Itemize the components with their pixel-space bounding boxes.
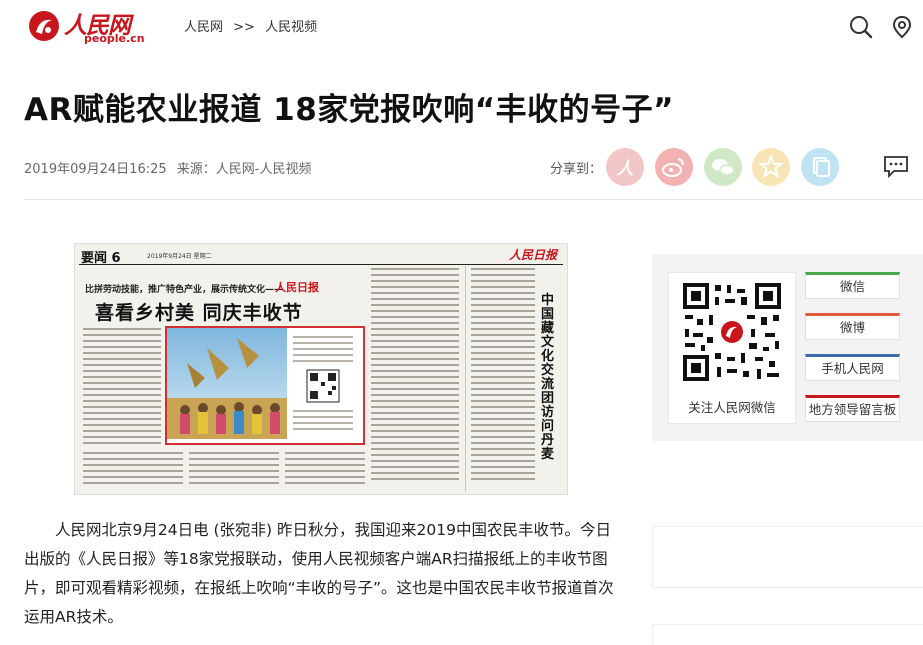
sidebar-leader-message-board-button[interactable]: 地方领导留言板	[805, 395, 900, 422]
breadcrumb: 人民网 >> 人民视频	[184, 16, 323, 35]
breadcrumb-video-link[interactable]: 人民视频	[265, 20, 317, 35]
article-body: 人民网北京9月24日电 (张宛非) 昨日秋分，我国迎来2019中国农民丰收节。今…	[24, 521, 614, 626]
qr-code-icon	[681, 281, 783, 383]
wechat-icon	[712, 159, 735, 176]
share-people-weibo-button[interactable]: 人	[606, 148, 644, 186]
sidebar-tertiary-panel	[652, 624, 923, 645]
search-icon[interactable]	[848, 14, 874, 40]
sidebar-mobile-people-button[interactable]: 手机人民网	[805, 354, 900, 381]
logo-text-en: people.cn	[84, 32, 145, 45]
newspaper-image: 要闻 6 2019年9月24日 星期二 人民日报 比拼劳动技能，推广特色产业，展…	[74, 243, 568, 495]
breadcrumb-home-link[interactable]: 人民网	[184, 20, 223, 35]
sidebar-wechat-button[interactable]: 微信	[805, 272, 900, 299]
article-title: AR赋能农业报道 18家党报吹响“丰收的号子”	[24, 92, 675, 128]
harvest-photo-icon	[167, 328, 359, 439]
newspaper-column-rule	[465, 266, 466, 492]
people-weibo-icon: 人	[617, 159, 635, 179]
site-header: 人民网 people.cn 人民网 >> 人民视频	[0, 0, 923, 52]
breadcrumb-separator: >>	[233, 20, 255, 35]
star-icon	[758, 154, 784, 179]
people-cn-logo[interactable]: 人民网 people.cn	[26, 6, 145, 46]
article-source[interactable]: 来源：人民网-人民视频	[177, 162, 312, 177]
newspaper-harvest-photo	[165, 326, 365, 445]
share-label: 分享到：	[550, 162, 603, 177]
header-divider	[24, 199, 923, 200]
share-favorite-button[interactable]	[752, 148, 790, 186]
svg-text:人: 人	[617, 159, 635, 179]
sina-weibo-icon	[662, 158, 684, 177]
article-date: 2019年09月24日16:25	[24, 162, 167, 177]
share-wechat-button[interactable]	[704, 148, 742, 186]
article-meta: 2019年09月24日16:25 来源：人民网-人民视频	[24, 158, 311, 177]
comment-icon[interactable]	[882, 152, 910, 180]
newspaper-vertical-headline: 中国藏文化交流团访问丹麦	[541, 293, 555, 462]
qr-label: 关注人民网微信	[688, 400, 776, 415]
sidebar-weibo-button[interactable]: 微博	[805, 313, 900, 340]
wechat-qr-card: 关注人民网微信	[668, 272, 796, 424]
sidebar-secondary-panel	[652, 526, 923, 588]
copy-icon	[813, 157, 830, 177]
logo-mark-icon	[29, 11, 59, 41]
location-icon[interactable]	[889, 14, 915, 40]
share-sina-weibo-button[interactable]	[655, 148, 693, 186]
share-copy-button[interactable]	[801, 148, 839, 186]
